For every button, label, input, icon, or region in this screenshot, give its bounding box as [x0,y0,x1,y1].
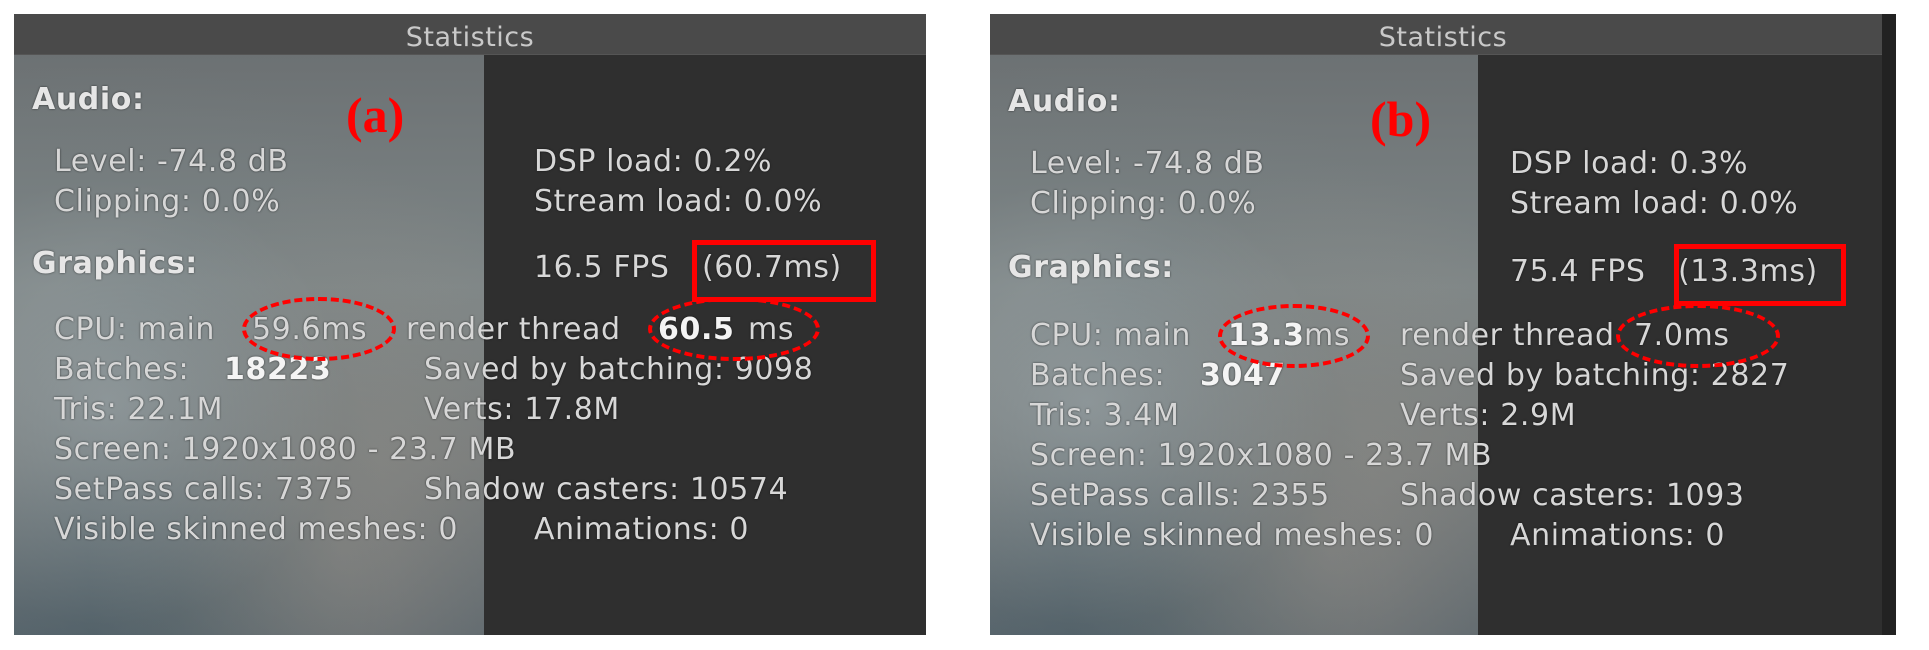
cpu-main-label: CPU: main [54,312,215,347]
render-thread-label: render thread [406,312,621,347]
figure-label: (a) [346,87,405,143]
figure-label: (b) [1370,91,1432,147]
statistics-title: Statistics [405,22,535,53]
cpu-main-highlight-ellipse [1218,304,1370,368]
graphics-fps: 16.5 FPS [534,250,670,285]
screen-info: Screen: 1920x1080 - 23.7 MB [1030,438,1493,473]
statistics-title: Statistics [1378,22,1508,53]
audio-level: Level: -74.8 dB [54,144,289,179]
visible-skinned-meshes: Visible skinned meshes: 0 [54,512,459,547]
batches-label: Batches: [54,352,190,387]
setpass-calls: SetPass calls: 7375 [54,472,354,507]
audio-clipping: Clipping: 0.0% [1030,186,1257,221]
frame-time-highlight-box [692,240,876,302]
audio-dsp-load: DSP load: 0.2% [534,144,773,179]
graphics-heading: Graphics: [1008,250,1174,285]
statistics-titlebar: Statistics [990,14,1896,55]
audio-dsp-load: DSP load: 0.3% [1510,146,1749,181]
statistics-titlebar: Statistics [14,14,926,55]
statistics-panel-b: Statistics Audio: (b) Level: -74.8 dB Cl… [990,14,1896,635]
graphics-fps: 75.4 FPS [1510,254,1646,289]
audio-stream-load: Stream load: 0.0% [1510,186,1799,221]
verts: Verts: 17.8M [424,392,620,427]
cpu-main-highlight-ellipse [242,297,396,361]
animations: Animations: 0 [534,512,750,547]
screen-info: Screen: 1920x1080 - 23.7 MB [54,432,517,467]
audio-clipping: Clipping: 0.0% [54,184,281,219]
statistics-panel-a: Statistics Audio: (a) Level: -74.8 dB Cl… [14,14,926,635]
batches-label: Batches: [1030,358,1166,393]
animations: Animations: 0 [1510,518,1726,553]
visible-skinned-meshes: Visible skinned meshes: 0 [1030,518,1435,553]
audio-heading: Audio: [1008,84,1121,119]
graphics-heading: Graphics: [32,246,198,281]
shadow-casters: Shadow casters: 1093 [1400,478,1745,513]
tris: Tris: 3.4M [1030,398,1180,433]
render-thread-label: render thread [1400,318,1615,353]
audio-level: Level: -74.8 dB [1030,146,1265,181]
tris: Tris: 22.1M [54,392,224,427]
audio-heading: Audio: [32,82,145,117]
setpass-calls: SetPass calls: 2355 [1030,478,1330,513]
render-thread-highlight-ellipse [648,297,820,361]
cpu-main-label: CPU: main [1030,318,1191,353]
frame-time-highlight-box [1674,244,1846,306]
audio-stream-load: Stream load: 0.0% [534,184,823,219]
render-thread-highlight-ellipse [1616,304,1780,368]
shadow-casters: Shadow casters: 10574 [424,472,789,507]
verts: Verts: 2.9M [1400,398,1577,433]
scrollbar[interactable] [1882,14,1896,635]
